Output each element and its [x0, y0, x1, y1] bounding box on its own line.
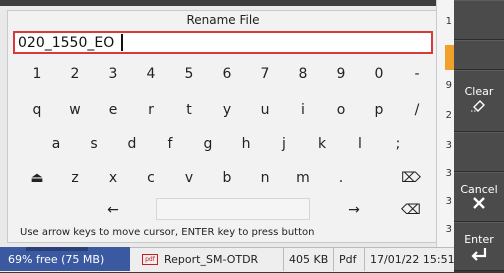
key-3[interactable]: 3 — [99, 62, 127, 84]
key-z[interactable]: z — [61, 166, 89, 188]
key-5[interactable]: 5 — [175, 62, 203, 84]
key-m[interactable]: m — [289, 166, 317, 188]
column-divider — [333, 247, 334, 271]
key-slash[interactable]: / — [403, 98, 431, 120]
backspace-key-icon[interactable]: ⌫ — [393, 198, 429, 220]
key-a[interactable]: a — [42, 132, 70, 154]
space-bar[interactable] — [156, 198, 310, 220]
cancel-button[interactable]: Cancel — [454, 172, 504, 222]
key-9[interactable]: 9 — [327, 62, 355, 84]
background-number: 3 — [445, 168, 452, 179]
key-y[interactable]: y — [213, 98, 241, 120]
rename-dialog: Rename File 1 2 3 4 5 6 7 8 9 0 - q w e … — [7, 10, 437, 243]
file-row[interactable]: pdf Report_SM-OTDR 405 KB Pdf 17/01/22 1… — [134, 247, 455, 271]
file-name: Report_SM-OTDR — [164, 253, 259, 266]
key-period[interactable]: . — [327, 166, 355, 188]
background-right-column: 1 9 2 3 3 3 3 — [436, 0, 455, 271]
key-b[interactable]: b — [213, 166, 241, 188]
shift-key-icon[interactable]: ⏏ — [23, 166, 51, 188]
key-i[interactable]: i — [289, 98, 317, 120]
selection-marker — [445, 45, 454, 70]
softkey-empty-3[interactable] — [454, 132, 504, 172]
key-c[interactable]: c — [137, 166, 165, 188]
arrow-left-icon[interactable]: ← — [99, 198, 127, 220]
key-t[interactable]: t — [175, 98, 203, 120]
arrow-right-icon[interactable]: → — [340, 198, 368, 220]
key-x[interactable]: x — [99, 166, 127, 188]
key-1[interactable]: 1 — [23, 62, 51, 84]
key-p[interactable]: p — [365, 98, 393, 120]
key-v[interactable]: v — [175, 166, 203, 188]
dialog-title: Rename File — [186, 13, 260, 27]
background-number: 1 — [445, 16, 452, 27]
key-w[interactable]: w — [61, 98, 89, 120]
key-l[interactable]: l — [346, 132, 374, 154]
keyboard-hint: Use arrow keys to move cursor, ENTER key… — [20, 227, 315, 238]
key-o[interactable]: o — [327, 98, 355, 120]
key-4[interactable]: 4 — [137, 62, 165, 84]
softkey-empty-1[interactable] — [454, 0, 504, 40]
enter-arrow-icon — [454, 246, 504, 265]
background-number: 3 — [445, 224, 452, 235]
free-space-indicator: 69% free (75 MB) — [0, 247, 130, 271]
clear-label: Clear — [464, 85, 494, 98]
filename-input[interactable] — [13, 31, 433, 54]
file-date: 17/01/22 15:51 — [370, 253, 455, 266]
key-g[interactable]: g — [194, 132, 222, 154]
key-7[interactable]: 7 — [251, 62, 279, 84]
key-r[interactable]: r — [137, 98, 165, 120]
column-divider — [364, 247, 365, 271]
text-caret — [121, 34, 123, 51]
key-u[interactable]: u — [251, 98, 279, 120]
background-number: 3 — [445, 196, 452, 207]
key-k[interactable]: k — [308, 132, 336, 154]
top-strip — [0, 0, 454, 6]
pdf-icon: pdf — [142, 254, 158, 265]
eraser-icon — [454, 98, 504, 115]
key-j[interactable]: j — [270, 132, 298, 154]
key-q[interactable]: q — [23, 98, 51, 120]
background-number: 2 — [445, 110, 452, 121]
free-space-text: 69% free (75 MB) — [8, 253, 105, 266]
key-2[interactable]: 2 — [61, 62, 89, 84]
cancel-label: Cancel — [460, 183, 498, 196]
key-f[interactable]: f — [156, 132, 184, 154]
close-icon — [454, 196, 504, 213]
key-0[interactable]: 0 — [365, 62, 393, 84]
column-divider — [283, 247, 284, 271]
softkey-empty-2[interactable] — [454, 40, 504, 70]
clear-button[interactable]: Clear — [454, 70, 504, 132]
key-n[interactable]: n — [251, 166, 279, 188]
enter-button[interactable]: Enter — [454, 222, 504, 271]
background-number: 3 — [445, 140, 452, 151]
key-s[interactable]: s — [80, 132, 108, 154]
partial-item-bar — [26, 247, 88, 251]
key-8[interactable]: 8 — [289, 62, 317, 84]
delete-key-icon[interactable]: ⌦ — [393, 166, 429, 188]
file-size: 405 KB — [289, 253, 329, 266]
key-minus[interactable]: - — [403, 62, 431, 84]
softkey-sidebar: Clear Cancel Enter — [454, 0, 504, 271]
key-e[interactable]: e — [99, 98, 127, 120]
key-d[interactable]: d — [118, 132, 146, 154]
file-type: Pdf — [339, 253, 357, 266]
key-h[interactable]: h — [232, 132, 260, 154]
key-6[interactable]: 6 — [213, 62, 241, 84]
key-semicolon[interactable]: ; — [384, 132, 412, 154]
background-number: 9 — [445, 80, 452, 91]
enter-label: Enter — [464, 233, 494, 246]
